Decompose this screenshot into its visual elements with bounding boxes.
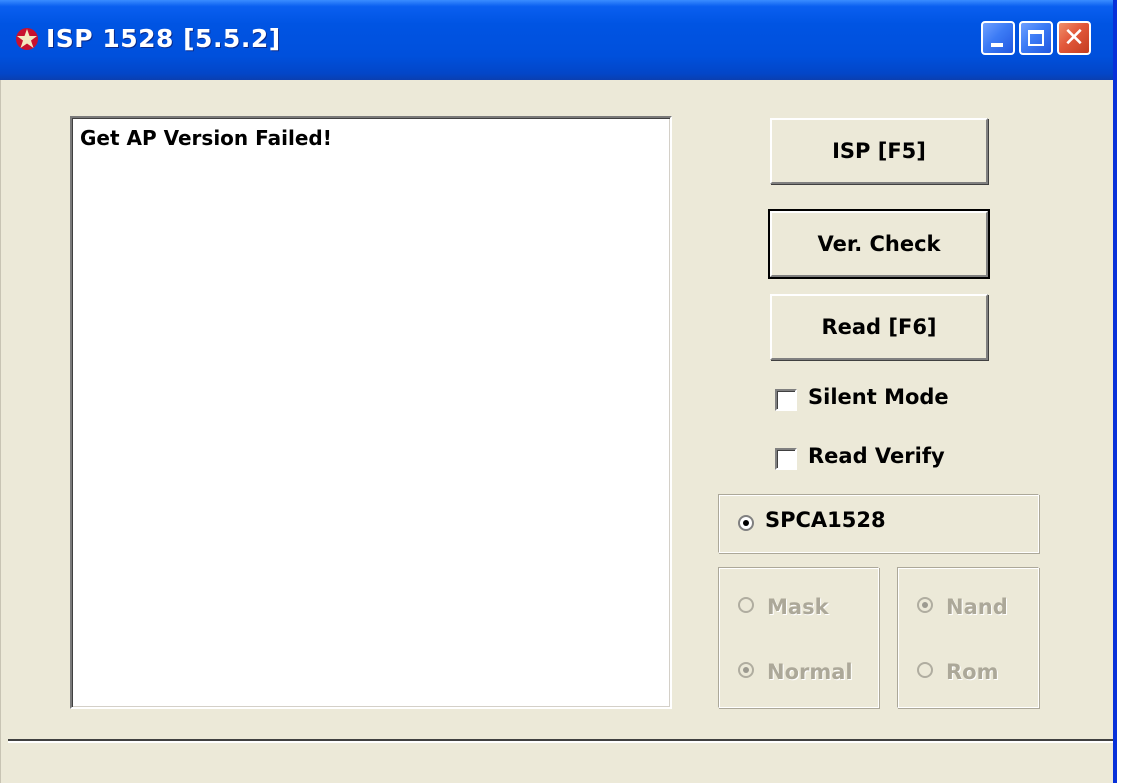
maximize-button[interactable] (1019, 21, 1053, 55)
title-bar[interactable]: ISP 1528 [5.5.2] ✕ (0, 0, 1113, 80)
mask-radio[interactable] (738, 597, 754, 613)
nand-label[interactable]: Nand (946, 595, 1008, 619)
spca1528-label[interactable]: SPCA1528 (765, 508, 886, 532)
silent-mode-checkbox[interactable] (775, 389, 797, 411)
type-group (897, 567, 1039, 708)
status-bar (8, 743, 1113, 783)
window-left-edge (0, 80, 8, 783)
window-title: ISP 1528 [5.5.2] (46, 24, 281, 53)
app-star-icon (16, 28, 38, 50)
app-window: ISP 1528 [5.5.2] ✕ Get AP Version Failed… (0, 0, 1117, 783)
ver-check-button[interactable]: Ver. Check (768, 209, 990, 279)
read-verify-label[interactable]: Read Verify (808, 444, 945, 468)
radio-selected-dot (743, 667, 749, 673)
rom-radio[interactable] (917, 662, 933, 678)
maximize-icon (1028, 30, 1044, 46)
radio-selected-dot (743, 520, 749, 526)
minimize-button[interactable] (981, 21, 1015, 55)
normal-radio[interactable] (738, 662, 754, 678)
radio-selected-dot (922, 602, 928, 608)
log-line: Get AP Version Failed! (80, 126, 332, 150)
minimize-icon (991, 43, 1003, 47)
log-output-box[interactable]: Get AP Version Failed! (70, 116, 672, 709)
isp-button[interactable]: ISP [F5] (770, 118, 988, 184)
mode-group (718, 567, 879, 708)
mask-label[interactable]: Mask (767, 595, 829, 619)
spca1528-radio[interactable] (738, 515, 754, 531)
nand-radio[interactable] (917, 597, 933, 613)
read-button[interactable]: Read [F6] (770, 294, 988, 360)
silent-mode-label[interactable]: Silent Mode (808, 385, 949, 409)
read-verify-checkbox[interactable] (775, 448, 797, 470)
close-button[interactable]: ✕ (1057, 21, 1091, 55)
close-icon: ✕ (1063, 23, 1085, 53)
normal-label[interactable]: Normal (767, 660, 853, 684)
rom-label[interactable]: Rom (946, 660, 998, 684)
